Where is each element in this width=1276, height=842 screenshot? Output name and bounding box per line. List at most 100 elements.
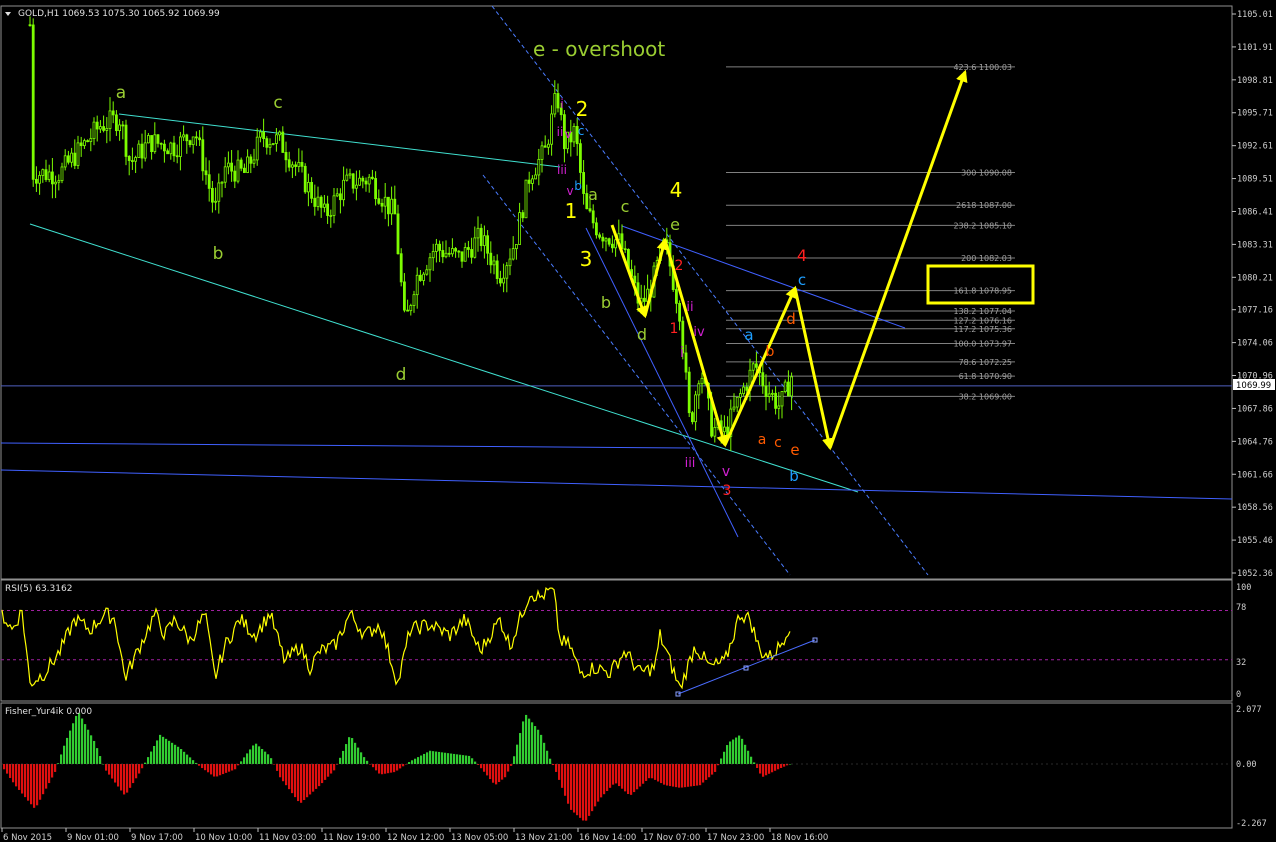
fisher-bar: [234, 764, 237, 770]
fisher-bar: [621, 764, 624, 789]
fisher-bar: [75, 715, 78, 764]
candle-body: [543, 145, 547, 148]
candle-body: [604, 238, 608, 242]
candle-body: [579, 143, 582, 173]
candle-body: [47, 171, 51, 180]
candle-body: [383, 196, 387, 207]
fisher-bar: [384, 764, 387, 774]
time-tick-label: 13 Nov 21:00: [515, 833, 572, 842]
candle-body: [156, 134, 160, 144]
fisher-bar: [108, 764, 111, 775]
fisher-bar: [9, 764, 12, 778]
candle-body: [531, 178, 534, 184]
fisher-bar: [66, 737, 69, 764]
fisher-bar: [366, 760, 369, 764]
fib-level-label: 200 1082.03: [961, 254, 1012, 263]
fisher-bar: [144, 762, 147, 764]
candle-body: [134, 157, 138, 162]
candle-body: [70, 152, 73, 163]
fisher-bar: [189, 757, 192, 764]
wave-label: 1: [565, 199, 578, 223]
fisher-bar: [603, 764, 606, 795]
fisher-bar: [498, 764, 501, 783]
fisher-bar: [738, 735, 741, 764]
fisher-bar: [321, 764, 324, 784]
candle-body: [761, 372, 765, 387]
time-tick-label: 11 Nov 03:00: [259, 833, 316, 842]
fisher-bar: [72, 723, 75, 764]
fisher-bar: [93, 740, 96, 764]
fisher-bar: [288, 764, 291, 790]
fisher-bar: [297, 764, 300, 802]
wave-label: 3: [580, 247, 593, 271]
candle-body: [338, 193, 342, 201]
fisher-bar: [27, 764, 30, 801]
fib-level-label: 61.8 1070.90: [959, 372, 1012, 381]
candle-body: [201, 139, 205, 172]
candle-body: [498, 278, 502, 284]
fisher-bar: [600, 764, 603, 798]
fisher-bar: [6, 764, 9, 774]
candle-body: [230, 162, 234, 172]
candle-body: [518, 212, 521, 245]
fisher-bar: [174, 744, 177, 764]
candle-body: [434, 243, 438, 252]
candle-body: [306, 182, 310, 193]
candle-body: [246, 156, 250, 173]
candle-body: [146, 135, 150, 144]
fisher-bar: [360, 752, 363, 764]
wave-label: 2: [675, 258, 684, 274]
price-tick-label: 1058.56: [1237, 503, 1273, 513]
overshoot-annotation: e - overshoot: [533, 37, 665, 61]
candle-body: [441, 250, 445, 258]
fisher-bar: [666, 764, 669, 786]
fisher-bar: [315, 764, 318, 789]
candle-body: [41, 169, 45, 176]
candle-body: [108, 110, 112, 129]
fisher-bar: [705, 764, 708, 780]
price-tick-label: 1052.36: [1237, 569, 1273, 579]
candle-body: [143, 142, 147, 159]
candle-body: [169, 142, 173, 155]
candle-body: [623, 248, 627, 251]
fisher-bar: [207, 764, 210, 773]
candle-body: [335, 193, 339, 197]
fisher-bar: [489, 764, 492, 780]
fisher-bar: [408, 762, 411, 764]
time-tick-label: 9 Nov 01:00: [67, 833, 119, 842]
fib-level-label: 38.2 1069.00: [959, 392, 1012, 401]
candle-body: [675, 289, 678, 304]
candle-body: [102, 126, 105, 131]
fisher-bar: [486, 764, 489, 776]
candle-body: [207, 174, 211, 189]
fisher-bar: [735, 737, 738, 764]
candle-body: [390, 198, 394, 215]
fisher-bar: [483, 764, 486, 772]
fisher-bar: [762, 764, 765, 777]
fisher-bar: [633, 764, 636, 793]
fisher-bar: [636, 764, 639, 790]
price-tick-label: 1055.46: [1237, 536, 1273, 546]
chart-window: 423.6 1100.03300 1090.082618 1087.00238.…: [0, 5, 1275, 842]
fisher-bar: [753, 762, 756, 764]
candle-body: [140, 143, 144, 159]
fisher-bar: [399, 764, 402, 769]
fisher-bar: [570, 764, 573, 810]
candle-body: [329, 214, 333, 217]
candle-body: [745, 386, 749, 391]
fisher-bar: [132, 764, 135, 784]
fisher-bar: [231, 764, 234, 771]
candle-body: [153, 134, 157, 153]
fisher-bar: [333, 764, 336, 771]
fisher-bar: [276, 764, 279, 771]
fisher-bar: [36, 764, 39, 806]
fisher-bar: [156, 740, 159, 764]
candle-body: [540, 145, 544, 160]
candle-body: [787, 381, 790, 397]
fisher-bar: [651, 764, 654, 779]
candle-body: [111, 110, 115, 116]
candle-body: [60, 166, 64, 182]
time-tick-label: 6 Nov 2015: [3, 833, 52, 842]
wave-label: 2: [576, 97, 589, 121]
candle-body: [755, 363, 758, 368]
